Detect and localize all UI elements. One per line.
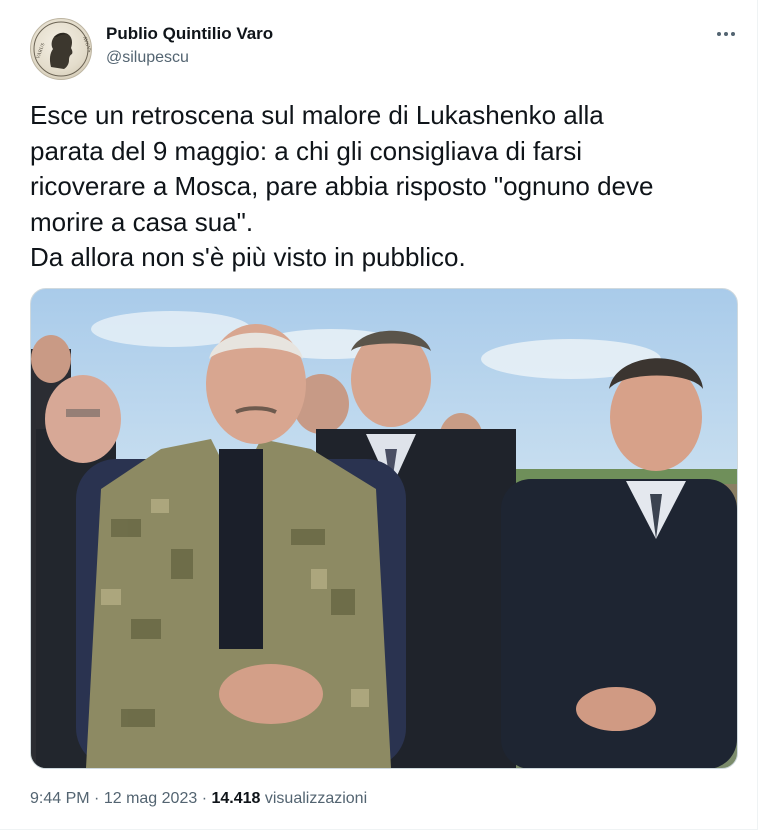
- svg-text:AVGVS: AVGVS: [81, 36, 91, 53]
- svg-text:VARUS: VARUS: [36, 42, 46, 59]
- more-options-button[interactable]: [711, 22, 741, 46]
- meta-separator: ·: [94, 790, 100, 807]
- views-count: 14.418: [211, 790, 261, 807]
- tweet-card: VARUS AVGVS Publio Quintilio Varo @silup…: [0, 0, 758, 830]
- views-label: visualizzazioni: [264, 790, 368, 807]
- photo-illustration: [31, 311, 737, 768]
- tweet-text: Esce un retroscena sul malore di Lukashe…: [30, 100, 654, 272]
- tweet-photo[interactable]: [30, 288, 738, 769]
- roman-coin-portrait-icon: VARUS AVGVS: [33, 21, 91, 77]
- avatar[interactable]: VARUS AVGVS: [30, 18, 92, 80]
- more-horizontal-icon: [717, 32, 735, 36]
- tweet-meta: 9:44 PM · 12 mag 2023 · 14.418 visualizz…: [30, 790, 367, 808]
- author-handle[interactable]: @silupescu: [106, 49, 189, 67]
- author-display-name[interactable]: Publio Quintilio Varo: [106, 24, 273, 44]
- tweet-date[interactable]: 12 mag 2023: [104, 790, 197, 807]
- tweet-time[interactable]: 9:44 PM: [30, 790, 90, 807]
- meta-separator: ·: [201, 790, 208, 807]
